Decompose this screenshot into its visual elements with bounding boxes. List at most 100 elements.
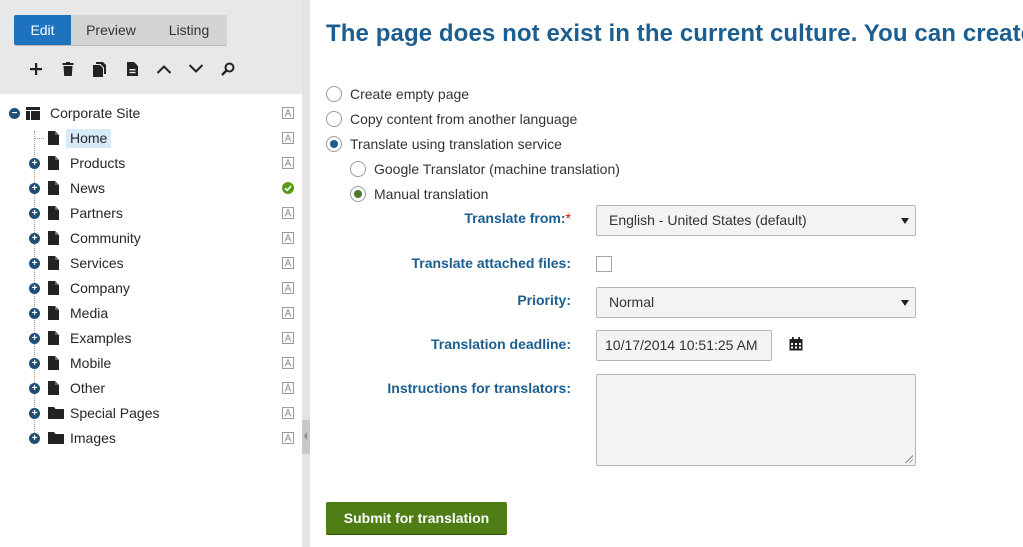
tree-node-label[interactable]: Examples — [66, 329, 135, 348]
tree-node-other: + Other — [0, 376, 302, 401]
tree-node-label[interactable]: Corporate Site — [46, 104, 144, 123]
dropdown-arrow-icon — [901, 300, 909, 306]
expand-icon[interactable]: + — [29, 308, 40, 319]
copy-button[interactable] — [84, 58, 116, 80]
radio-translation-service[interactable] — [326, 136, 342, 152]
page-icon — [48, 131, 59, 148]
deadline-input[interactable]: 10/17/2014 10:51:25 AM — [596, 330, 772, 361]
tree-node-mobile: + Mobile — [0, 351, 302, 376]
not-translated-icon — [282, 107, 294, 119]
translation-form: The page does not exist in the current c… — [310, 0, 1023, 547]
not-translated-icon — [282, 357, 294, 369]
tree-node-label[interactable]: Services — [66, 254, 128, 273]
tree-root: − Corporate Site — [0, 101, 302, 126]
expand-icon[interactable]: + — [29, 183, 40, 194]
resize-grip-icon[interactable] — [905, 455, 913, 463]
expand-icon[interactable]: + — [29, 283, 40, 294]
tree-node-label[interactable]: Media — [66, 304, 112, 323]
expand-icon[interactable]: + — [29, 333, 40, 344]
radio-manual-translation[interactable] — [350, 186, 366, 202]
tree-toolbar — [20, 58, 244, 80]
expand-icon[interactable]: + — [29, 208, 40, 219]
option-label: Create empty page — [350, 86, 470, 102]
delete-button[interactable] — [52, 58, 84, 80]
move-up-button[interactable] — [148, 58, 180, 80]
select-value: English - United States (default) — [609, 212, 807, 228]
copy-icon — [93, 61, 106, 77]
option-google-translator[interactable]: Google Translator (machine translation) — [350, 159, 620, 179]
tree-node-label[interactable]: Mobile — [66, 354, 115, 373]
chevron-down-icon — [188, 64, 204, 73]
page-icon — [48, 281, 59, 298]
expand-icon[interactable]: + — [29, 408, 40, 419]
page-icon — [48, 231, 59, 248]
radio-google-translator[interactable] — [350, 161, 366, 177]
option-label: Translate using translation service — [350, 136, 562, 152]
not-translated-icon — [282, 307, 294, 319]
page-icon — [48, 381, 59, 398]
expand-icon[interactable]: + — [29, 383, 40, 394]
tab-listing[interactable]: Listing — [151, 15, 227, 45]
tree-node-label[interactable]: Company — [66, 279, 134, 298]
submit-for-translation-button[interactable]: Submit for translation — [326, 502, 507, 534]
option-copy-content[interactable]: Copy content from another language — [326, 109, 577, 129]
chevron-up-icon — [156, 65, 172, 74]
tree-node-label[interactable]: Partners — [66, 204, 127, 223]
tree-node-news: + News — [0, 176, 302, 201]
folder-icon — [48, 406, 64, 422]
page-title: The page does not exist in the current c… — [326, 20, 1023, 47]
tree-node-label[interactable]: News — [66, 179, 109, 198]
tree-node-label[interactable]: Special Pages — [66, 404, 164, 423]
plus-icon — [30, 63, 42, 75]
option-create-empty[interactable]: Create empty page — [326, 84, 469, 104]
panel-splitter[interactable] — [302, 0, 310, 547]
option-translation-service[interactable]: Translate using translation service — [326, 134, 562, 154]
tree-node-label[interactable]: Community — [66, 229, 145, 248]
tree-node-label[interactable]: Images — [66, 429, 120, 448]
page-icon — [48, 356, 59, 373]
expand-icon[interactable]: + — [29, 158, 40, 169]
priority-label: Priority: — [517, 292, 571, 308]
content-tree-panel: Edit Preview Listing − Corporate Site Ho… — [0, 0, 310, 547]
published-check-icon — [282, 182, 294, 194]
translate-from-label: Translate from:* — [464, 210, 571, 226]
priority-select[interactable]: Normal — [596, 287, 916, 318]
instructions-label: Instructions for translators: — [387, 380, 571, 396]
not-translated-icon — [282, 157, 294, 169]
not-translated-icon — [282, 407, 294, 419]
page-icon — [48, 256, 59, 273]
tab-preview[interactable]: Preview — [71, 15, 151, 45]
tree-connector — [34, 138, 44, 139]
expand-icon[interactable]: + — [29, 358, 40, 369]
option-manual-translation[interactable]: Manual translation — [350, 184, 488, 204]
attached-files-checkbox[interactable] — [596, 256, 612, 272]
new-page-button[interactable] — [20, 58, 52, 80]
tree-node-examples: + Examples — [0, 326, 302, 351]
tab-edit[interactable]: Edit — [14, 15, 71, 45]
not-translated-icon — [282, 382, 294, 394]
calendar-icon[interactable] — [789, 337, 803, 351]
tree-node-label[interactable]: Home — [66, 129, 112, 148]
search-icon — [221, 62, 235, 76]
search-button[interactable] — [212, 58, 244, 80]
tree-node-label[interactable]: Other — [66, 379, 109, 398]
instructions-textarea[interactable] — [596, 374, 916, 466]
tree-header: Edit Preview Listing — [0, 0, 302, 94]
expand-icon[interactable]: + — [29, 233, 40, 244]
not-translated-icon — [282, 332, 294, 344]
not-translated-icon — [282, 132, 294, 144]
dropdown-arrow-icon — [901, 218, 909, 224]
expand-icon[interactable]: + — [29, 433, 40, 444]
radio-copy-content[interactable] — [326, 111, 342, 127]
collapse-icon[interactable]: − — [9, 108, 20, 119]
radio-create-empty[interactable] — [326, 86, 342, 102]
expand-icon[interactable]: + — [29, 258, 40, 269]
attached-files-label: Translate attached files: — [411, 255, 571, 271]
tree-node-label[interactable]: Products — [66, 154, 129, 173]
collapse-panel-handle[interactable] — [302, 420, 310, 454]
translate-from-select[interactable]: English - United States (default) — [596, 205, 916, 236]
move-button[interactable] — [116, 58, 148, 80]
required-mark: * — [565, 210, 571, 226]
move-down-button[interactable] — [180, 58, 212, 80]
page-icon — [48, 206, 59, 223]
